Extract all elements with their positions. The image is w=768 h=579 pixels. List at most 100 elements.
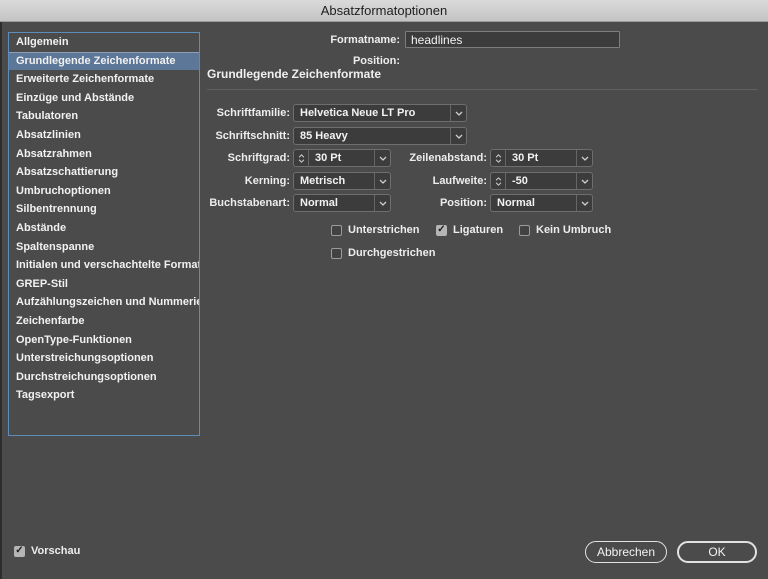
stepper-control[interactable] xyxy=(294,150,309,166)
sidebar-category-list: Allgemein Grundlegende Zeichenformate Er… xyxy=(8,32,200,436)
sidebar-item-aufzaehlungszeichen-und-nummerierung[interactable]: Aufzählungszeichen und Nummerierung xyxy=(9,293,199,312)
sidebar-item-tagsexport[interactable]: Tagsexport xyxy=(9,386,199,405)
kerning-label: Kerning: xyxy=(244,175,290,187)
checkbox-label: Kein Umbruch xyxy=(536,224,612,236)
position-value: Normal xyxy=(497,197,535,209)
format-name-label: Formatname: xyxy=(330,34,400,46)
chevron-down-icon xyxy=(450,105,466,121)
checkbox-box: ✓ xyxy=(14,545,25,557)
sidebar-item-unterstreichungsoptionen[interactable]: Unterstreichungsoptionen xyxy=(9,349,199,368)
sidebar-item-label: Silbentrennung xyxy=(16,203,97,216)
font-size-combo[interactable]: 30 Pt xyxy=(293,149,391,167)
sidebar-item-durchstreichungsoptionen[interactable]: Durchstreichungsoptionen xyxy=(9,368,199,387)
sidebar-item-tabulatoren[interactable]: Tabulatoren xyxy=(9,107,199,126)
sidebar-item-label: Absatzlinien xyxy=(16,128,81,141)
checkbox-box: ✓ xyxy=(331,247,342,259)
sidebar-item-label: Umbruchoptionen xyxy=(16,184,111,197)
chevron-down-icon xyxy=(495,158,501,163)
sidebar-item-grundlegende-zeichenformate[interactable]: Grundlegende Zeichenformate xyxy=(9,51,199,71)
font-family-value: Helvetica Neue LT Pro xyxy=(300,107,416,119)
cancel-button[interactable]: Abbrechen xyxy=(585,541,667,563)
sidebar-item-label: Abstände xyxy=(16,221,67,234)
font-style-select[interactable]: 85 Heavy xyxy=(293,127,467,145)
sidebar-item-absatzrahmen[interactable]: Absatzrahmen xyxy=(9,145,199,164)
sidebar-item-opentype-funktionen[interactable]: OpenType-Funktionen xyxy=(9,331,199,350)
tracking-combo[interactable]: -50 xyxy=(490,172,593,190)
sidebar-item-label: Einzüge und Abstände xyxy=(16,91,135,104)
checkbox-label: Ligaturen xyxy=(453,224,504,236)
format-name-input[interactable] xyxy=(405,31,620,48)
sidebar-item-label: Erweiterte Zeichenformate xyxy=(16,73,155,86)
no-break-checkbox[interactable]: ✓ Kein Umbruch xyxy=(519,224,611,236)
check-icon: ✓ xyxy=(15,545,24,556)
sidebar-item-absatzschattierung[interactable]: Absatzschattierung xyxy=(9,163,199,182)
chevron-down-icon xyxy=(495,181,501,186)
ligatures-checkbox[interactable]: ✓ Ligaturen xyxy=(436,224,503,236)
font-size-value: 30 Pt xyxy=(315,152,342,164)
checkbox-label: Durchgestrichen xyxy=(348,247,436,259)
position-label: Position: xyxy=(439,197,487,209)
sidebar-item-umbruchoptionen[interactable]: Umbruchoptionen xyxy=(9,182,199,201)
sidebar-item-zeichenfarbe[interactable]: Zeichenfarbe xyxy=(9,312,199,331)
stepper-control[interactable] xyxy=(491,173,506,189)
case-label: Buchstabenart: xyxy=(209,197,290,209)
font-style-label: Schriftschnitt: xyxy=(215,130,290,142)
strikethrough-checkbox[interactable]: ✓ Durchgestrichen xyxy=(331,247,435,259)
sidebar-item-label: Spaltenspanne xyxy=(16,240,95,253)
sidebar-item-erweiterte-zeichenformate[interactable]: Erweiterte Zeichenformate xyxy=(9,70,199,89)
sidebar-item-label: OpenType-Funktionen xyxy=(16,333,132,346)
sidebar-item-initialen-und-verschachtelte-formate[interactable]: Initialen und verschachtelte Formate xyxy=(9,256,199,275)
sidebar-item-label: Absatzrahmen xyxy=(16,147,92,160)
checkbox-label: Unterstrichen xyxy=(348,224,420,236)
font-style-value: 85 Heavy xyxy=(300,130,348,142)
chevron-down-icon xyxy=(576,173,592,189)
checkbox-label: Vorschau xyxy=(31,545,81,557)
sidebar-item-label: Initialen und verschachtelte Formate xyxy=(16,259,200,272)
leading-combo[interactable]: 30 Pt xyxy=(490,149,593,167)
leading-label: Zeilenabstand: xyxy=(409,152,487,164)
section-divider xyxy=(207,89,758,90)
case-select[interactable]: Normal xyxy=(293,194,391,212)
sidebar-item-einzuege-und-abstaende[interactable]: Einzüge und Abstände xyxy=(9,89,199,108)
sidebar-item-spaltenspanne[interactable]: Spaltenspanne xyxy=(9,238,199,257)
stepper-control[interactable] xyxy=(491,150,506,166)
preview-checkbox[interactable]: ✓ Vorschau xyxy=(14,545,80,557)
background-edge xyxy=(0,22,2,579)
check-icon: ✓ xyxy=(437,224,446,235)
sidebar-item-allgemein[interactable]: Allgemein xyxy=(9,33,199,52)
chevron-up-icon xyxy=(495,153,501,158)
chevron-down-icon xyxy=(576,150,592,166)
chevron-up-icon xyxy=(495,176,501,181)
section-title: Grundlegende Zeichenformate xyxy=(207,67,382,81)
sidebar-item-grep-stil[interactable]: GREP-Stil xyxy=(9,275,199,294)
sidebar-item-label: Tabulatoren xyxy=(16,110,79,123)
font-family-select[interactable]: Helvetica Neue LT Pro xyxy=(293,104,467,122)
tracking-label: Laufweite: xyxy=(432,175,487,187)
sidebar-item-abstaende[interactable]: Abstände xyxy=(9,219,199,238)
sidebar-item-absatzlinien[interactable]: Absatzlinien xyxy=(9,126,199,145)
kerning-value: Metrisch xyxy=(300,175,346,187)
leading-value: 30 Pt xyxy=(512,152,539,164)
ok-button[interactable]: OK xyxy=(677,541,757,563)
case-value: Normal xyxy=(300,197,338,209)
underline-checkbox[interactable]: ✓ Unterstrichen xyxy=(331,224,420,236)
position-select[interactable]: Normal xyxy=(490,194,593,212)
checkbox-box: ✓ xyxy=(436,224,447,236)
tracking-value: -50 xyxy=(512,175,528,187)
sidebar-item-silbentrennung[interactable]: Silbentrennung xyxy=(9,200,199,219)
chevron-down-icon xyxy=(450,128,466,144)
sidebar-item-label: Durchstreichungsoptionen xyxy=(16,370,157,383)
window-titlebar[interactable]: Absatzformatoptionen xyxy=(0,0,768,22)
checkbox-box: ✓ xyxy=(519,224,530,236)
sidebar-item-label: GREP-Stil xyxy=(16,277,68,290)
sidebar-item-label: Grundlegende Zeichenformate xyxy=(16,54,176,67)
sidebar-item-label: Absatzschattierung xyxy=(16,166,119,179)
window-title: Absatzformatoptionen xyxy=(320,3,448,18)
sidebar-item-label: Tagsexport xyxy=(16,389,75,402)
chevron-down-icon xyxy=(576,195,592,211)
font-size-label: Schriftgrad: xyxy=(227,152,290,164)
kerning-select[interactable]: Metrisch xyxy=(293,172,391,190)
checkbox-box: ✓ xyxy=(331,224,342,236)
chevron-down-icon xyxy=(298,158,304,163)
chevron-up-icon xyxy=(298,153,304,158)
